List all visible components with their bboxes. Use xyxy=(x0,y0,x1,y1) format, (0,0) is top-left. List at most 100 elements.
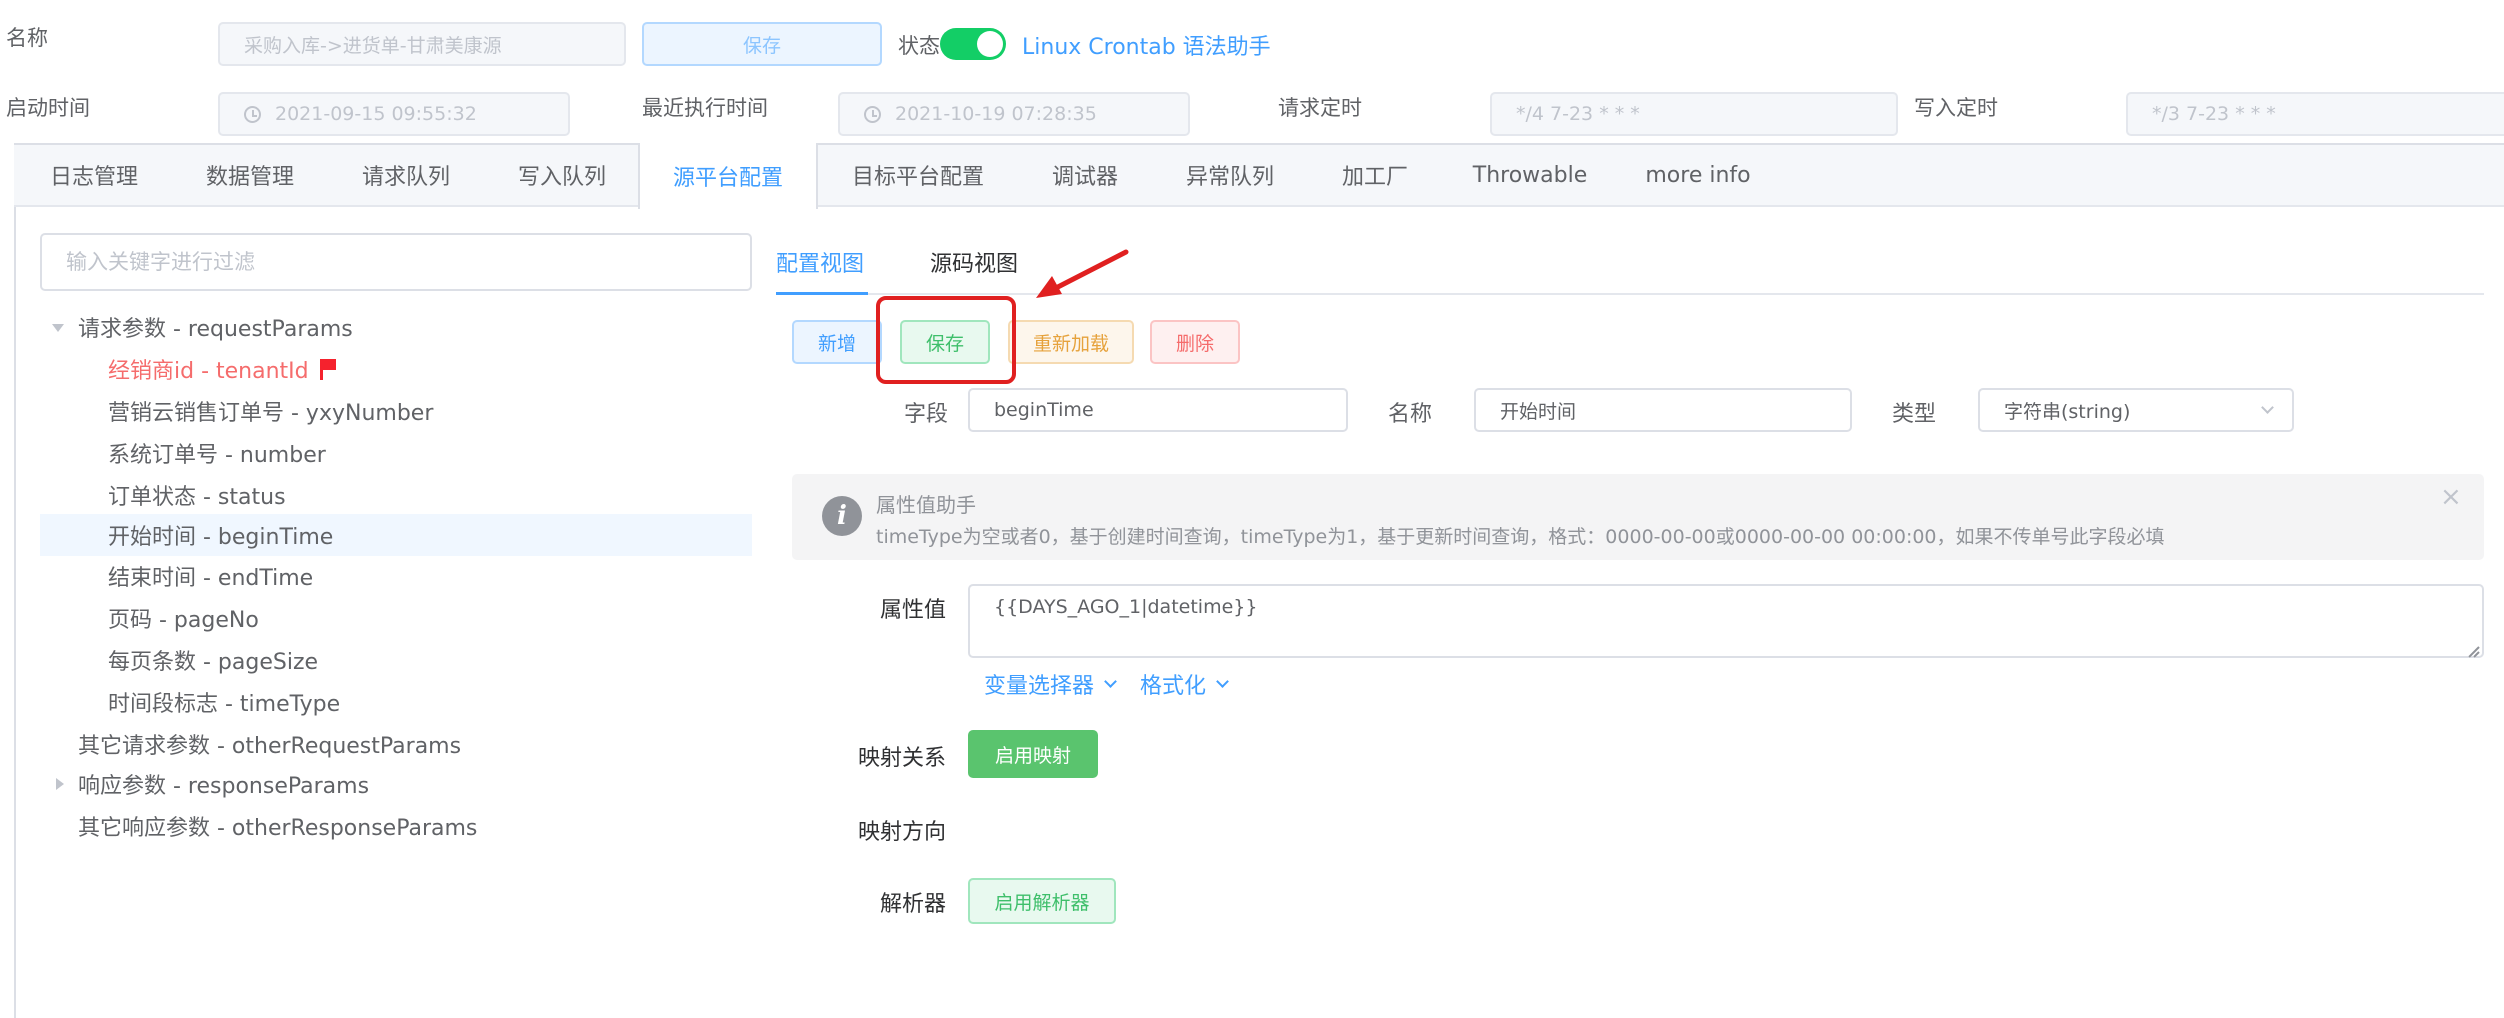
flag-icon xyxy=(319,358,337,380)
tree-filter[interactable] xyxy=(40,233,752,291)
request-cron-label: 请求定时 xyxy=(1278,96,1362,120)
subtab-source-view[interactable]: 源码视图 xyxy=(930,246,1018,278)
tab-factory[interactable]: 加工厂 xyxy=(1308,143,1442,207)
value-label: 属性值 xyxy=(880,598,947,623)
tree-node-label: 结束时间 - endTime xyxy=(108,566,314,591)
tree-node-label: 营销云销售订单号 - yxyNumber xyxy=(108,401,434,426)
tab-log-management[interactable]: 日志管理 xyxy=(16,143,172,207)
tree-node-label: 订单状态 - status xyxy=(108,485,286,510)
tree-node-label: 每页条数 - pageSize xyxy=(108,650,319,675)
tab-throwable[interactable]: Throwable xyxy=(1442,143,1618,207)
tab-request-queue[interactable]: 请求队列 xyxy=(328,143,484,207)
alert-description: timeType为空或者0，基于创建时间查询，timeType为1，基于更新时间… xyxy=(876,526,2165,548)
tab-write-queue[interactable]: 写入队列 xyxy=(484,143,640,207)
enable-parser-button[interactable]: 启用解析器 xyxy=(968,878,1116,924)
clock-icon xyxy=(864,105,881,123)
mapping-label: 映射关系 xyxy=(858,746,947,771)
tree-node-other-request-params[interactable]: 其它请求参数 - otherRequestParams xyxy=(40,723,752,765)
name-input[interactable]: 采购入库->进货单-甘肃美康源 xyxy=(218,22,626,66)
annotation-arrow-icon xyxy=(1036,249,1129,298)
write-cron-label: 写入定时 xyxy=(1914,96,1998,120)
status-label: 状态 xyxy=(898,34,940,58)
value-textarea[interactable]: {{DAYS_AGO_1|datetime}} xyxy=(968,584,2484,658)
write-cron-value: */3 7-23 * * * xyxy=(2152,103,2276,125)
enable-mapping-button[interactable]: 启用映射 xyxy=(968,730,1098,778)
delete-button[interactable]: 删除 xyxy=(1150,320,1240,364)
field-input-value: beginTime xyxy=(994,399,1094,421)
tree-node-response-params[interactable]: 响应参数 - responseParams xyxy=(40,763,752,805)
formatter-dropdown[interactable]: 格式化 xyxy=(1140,668,1229,700)
tree-node-number[interactable]: 系统订单号 - number xyxy=(40,432,752,474)
variable-selector-label: 变量选择器 xyxy=(984,674,1095,699)
parser-label: 解析器 xyxy=(880,892,947,917)
resize-grip-icon[interactable] xyxy=(2467,641,2479,653)
tree-node-pageno[interactable]: 页码 - pageNo xyxy=(40,597,752,639)
mapping-direction-label: 映射方向 xyxy=(858,820,947,845)
caret-down-icon[interactable] xyxy=(52,324,64,332)
chevron-down-icon xyxy=(2261,400,2274,414)
tree-node-status[interactable]: 订单状态 - status xyxy=(40,474,752,516)
tree-node-begintime[interactable]: 开始时间 - beginTime xyxy=(40,514,752,556)
info-icon: i xyxy=(822,496,862,536)
add-button[interactable]: 新增 xyxy=(792,320,882,364)
name-label: 名称 xyxy=(6,26,48,50)
tab-exception-queue[interactable]: 异常队列 xyxy=(1152,143,1308,207)
tab-data-management[interactable]: 数据管理 xyxy=(172,143,328,207)
toggle-knob xyxy=(977,31,1003,57)
tree-filter-input[interactable] xyxy=(66,250,750,274)
subtabs-active-indicator xyxy=(776,292,868,295)
start-time-label: 启动时间 xyxy=(6,96,90,120)
tree-node-endtime[interactable]: 结束时间 - endTime xyxy=(40,555,752,597)
tab-source-platform-config[interactable]: 源平台配置 xyxy=(638,143,818,209)
tree-node-other-response-params[interactable]: 其它响应参数 - otherResponseParams xyxy=(40,805,752,847)
status-toggle[interactable] xyxy=(940,28,1006,60)
type-select[interactable]: 字符串(string) xyxy=(1978,388,2294,432)
tree-node-label: 其它请求参数 - otherRequestParams xyxy=(78,734,462,759)
write-cron-input[interactable]: */3 7-23 * * * xyxy=(2126,92,2504,136)
header-save-button[interactable]: 保存 xyxy=(642,22,882,66)
chevron-down-icon xyxy=(1104,674,1117,688)
type-select-value: 字符串(string) xyxy=(2004,400,2131,423)
reload-button[interactable]: 重新加载 xyxy=(1008,320,1134,364)
tree-node-label: 请求参数 - requestParams xyxy=(78,317,353,342)
tree-node-tenantid[interactable]: 经销商id - tenantId xyxy=(40,348,752,390)
field-input[interactable]: beginTime xyxy=(968,388,1348,432)
tree-node-pagesize[interactable]: 每页条数 - pageSize xyxy=(40,639,752,681)
tree-node-request-params[interactable]: 请求参数 - requestParams xyxy=(40,306,752,348)
type-label: 类型 xyxy=(1892,402,1937,427)
variable-selector-dropdown[interactable]: 变量选择器 xyxy=(984,668,1117,700)
chevron-down-icon xyxy=(1216,674,1229,688)
crontab-help-link[interactable]: Linux Crontab 语法助手 xyxy=(1022,29,1271,61)
tab-more-info[interactable]: more info xyxy=(1618,143,1778,207)
last-exec-value: 2021-10-19 07:28:35 xyxy=(895,103,1097,125)
request-cron-value: */4 7-23 * * * xyxy=(1516,103,1640,125)
value-textarea-text: {{DAYS_AGO_1|datetime}} xyxy=(994,596,1258,618)
tree-node-label: 其它响应参数 - otherResponseParams xyxy=(78,816,478,841)
tab-debugger[interactable]: 调试器 xyxy=(1018,143,1152,207)
tree-node-label: 系统订单号 - number xyxy=(108,443,326,468)
start-time-input[interactable]: 2021-09-15 09:55:32 xyxy=(218,92,570,136)
last-exec-label: 最近执行时间 xyxy=(642,96,768,120)
name-field-label: 名称 xyxy=(1388,402,1433,427)
tab-target-platform-config[interactable]: 目标平台配置 xyxy=(818,143,1018,207)
caret-right-icon[interactable] xyxy=(56,778,64,790)
last-exec-input[interactable]: 2021-10-19 07:28:35 xyxy=(838,92,1190,136)
request-cron-input[interactable]: */4 7-23 * * * xyxy=(1490,92,1898,136)
name-field-input[interactable]: 开始时间 xyxy=(1474,388,1852,432)
name-input-value: 采购入库->进货单-甘肃美康源 xyxy=(244,34,502,57)
name-field-value: 开始时间 xyxy=(1500,400,1577,423)
tree-node-label: 开始时间 - beginTime xyxy=(108,525,334,550)
tree-node-label: 时间段标志 - timeType xyxy=(108,692,341,717)
annotation-highlight-box xyxy=(876,296,1016,384)
tree-node-label: 页码 - pageNo xyxy=(108,608,259,633)
formatter-label: 格式化 xyxy=(1140,674,1207,699)
subtab-config-view[interactable]: 配置视图 xyxy=(776,246,864,278)
tree-node-label: 经销商id - tenantId xyxy=(108,359,309,384)
tree-node-label: 响应参数 - responseParams xyxy=(78,774,370,799)
alert-title: 属性值助手 xyxy=(876,493,976,517)
tree-node-yxynumber[interactable]: 营销云销售订单号 - yxyNumber xyxy=(40,390,752,432)
alert-close-icon[interactable]: × xyxy=(2440,484,2462,510)
clock-icon xyxy=(244,105,261,123)
field-label: 字段 xyxy=(904,402,949,427)
tree-node-timetype[interactable]: 时间段标志 - timeType xyxy=(40,681,752,723)
